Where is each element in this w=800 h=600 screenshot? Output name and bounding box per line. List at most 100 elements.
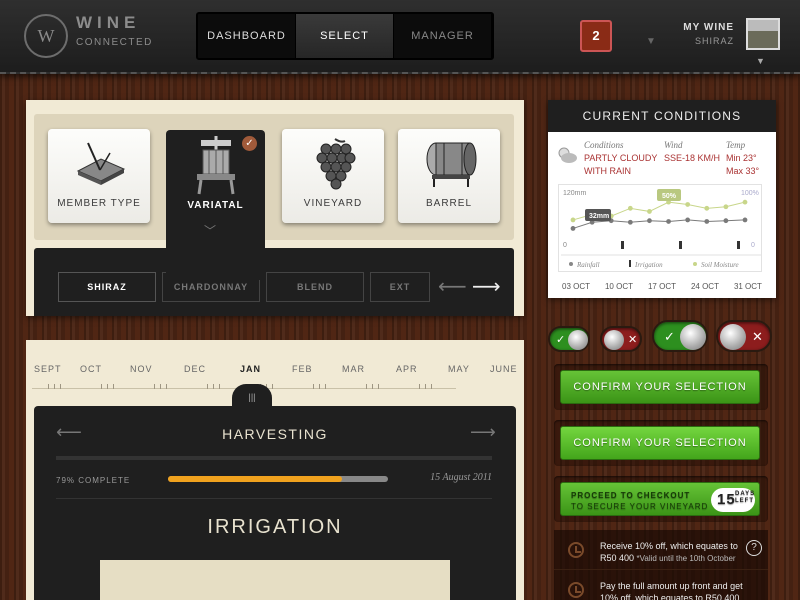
series-line-0 — [572, 219, 746, 229]
data-point[interactable] — [704, 205, 710, 211]
chart-svg: 120mm 0 100% 0 32mm 50% Rainfall Irrigat… — [561, 189, 761, 269]
month-label[interactable]: OCT — [80, 364, 102, 374]
timeline-tick — [107, 384, 108, 389]
wine-press-icon — [197, 136, 235, 195]
timeline-tick — [101, 384, 102, 389]
confirm-selection-button[interactable]: CONFIRM YOUR SELECTION — [560, 426, 760, 460]
toggle-switch[interactable]: ✓ — [652, 320, 708, 352]
help-icon[interactable]: ? — [746, 540, 762, 556]
days-text: DAYS LEFT — [735, 491, 756, 504]
stage-image — [100, 560, 450, 600]
logo[interactable]: W — [24, 14, 68, 58]
timeline-handle[interactable]: ||| — [232, 384, 272, 408]
legend-soil: Soil Moisture — [701, 261, 739, 269]
conditions-heading: Conditions — [584, 140, 624, 150]
data-point[interactable] — [570, 226, 576, 231]
y-axis-max: 120mm — [563, 190, 587, 197]
month-label[interactable]: APR — [396, 364, 418, 374]
list-item[interactable]: Pay the full amount up front and get 10%… — [554, 570, 768, 600]
timeline-tick — [319, 384, 320, 389]
y-axis-min: 0 — [563, 242, 567, 249]
chevron-down-icon[interactable]: ▼ — [756, 56, 765, 66]
card-variatal[interactable]: ✓ VARIATAL ﹀ — [166, 130, 265, 280]
toggle-switch[interactable]: ✓ — [548, 326, 590, 352]
nav-dashboard[interactable]: DASHBOARD — [198, 14, 296, 58]
temp-min: Min 23° — [726, 153, 757, 163]
x-tick-label: 31 OCT — [733, 282, 762, 291]
clock-icon — [568, 542, 584, 558]
tab-blend[interactable]: BLEND — [266, 272, 364, 302]
x-tick-label: 17 OCT — [647, 282, 676, 291]
toggle-knob[interactable] — [680, 324, 706, 350]
month-label[interactable]: JAN — [240, 364, 261, 374]
data-point[interactable] — [666, 219, 671, 224]
vineyard-thumbnail[interactable] — [746, 18, 780, 50]
conditions-chart: 120mm 0 100% 0 32mm 50% Rainfall Irrigat… — [558, 184, 762, 272]
month-label[interactable]: NOV — [130, 364, 153, 374]
month-label[interactable]: JUNE — [490, 364, 518, 374]
timeline-tick — [54, 384, 55, 389]
legend-rainfall: Rainfall — [576, 261, 600, 269]
timeline-tick — [272, 384, 273, 389]
proceed-checkout-button[interactable]: PROCEED TO CHECKOUT TO SECURE YOUR VINEY… — [560, 482, 760, 516]
nav-select[interactable]: SELECT — [296, 14, 394, 58]
tab-ext[interactable]: EXT — [370, 272, 430, 302]
confirm-selection-button[interactable]: CONFIRM YOUR SELECTION — [560, 370, 760, 404]
checkout-sublabel: TO SECURE YOUR VINEYARD — [571, 502, 709, 511]
data-point[interactable] — [723, 218, 729, 224]
user-title[interactable]: MY WINE — [650, 22, 734, 33]
y2-axis-max: 100% — [741, 190, 759, 197]
list-item[interactable]: Receive 10% off, which equates to R50 40… — [554, 530, 768, 570]
data-point[interactable] — [704, 219, 710, 224]
conditions-card: CURRENT CONDITIONS Conditions PARTLY CLO… — [548, 100, 776, 298]
conditions-title: CURRENT CONDITIONS — [548, 100, 776, 132]
toggle-knob[interactable] — [568, 330, 588, 350]
card-vineyard[interactable]: VINEYARD — [282, 129, 384, 223]
data-point[interactable] — [647, 218, 652, 224]
timeline-tick — [419, 384, 420, 389]
chart-x-axis: 03 OCT 10 OCT 17 OCT 24 OCT 31 OCT — [562, 282, 762, 291]
toggle-knob[interactable] — [720, 324, 746, 350]
month-label[interactable]: FEB — [292, 364, 313, 374]
close-icon: ✕ — [628, 334, 638, 346]
tab-shiraz[interactable]: SHIRAZ — [58, 272, 156, 302]
arrow-right-icon[interactable]: ⟶ — [472, 274, 501, 299]
timeline-tick — [313, 384, 314, 389]
month-label[interactable]: MAR — [342, 364, 365, 374]
arrow-left-icon[interactable]: ⟵ — [438, 274, 467, 299]
data-point[interactable] — [627, 205, 633, 211]
nav-manager[interactable]: MANAGER — [394, 14, 492, 58]
timeline-tick — [219, 384, 220, 389]
toggle-switch[interactable]: ✕ — [716, 320, 772, 352]
data-point[interactable] — [685, 202, 691, 207]
y2-axis-min: 0 — [751, 242, 755, 249]
irrigation-marker — [621, 241, 624, 249]
toggle-knob[interactable] — [604, 330, 624, 350]
toggle-switch[interactable]: ✕ — [600, 326, 642, 352]
data-point[interactable] — [685, 217, 691, 223]
data-point[interactable] — [742, 217, 748, 223]
check-icon: ✓ — [556, 334, 566, 346]
data-point[interactable] — [742, 199, 748, 205]
x-tick-label: 24 OCT — [690, 282, 719, 291]
month-label[interactable]: MAY — [448, 364, 470, 374]
days-left-badge: 15 DAYS LEFT — [711, 488, 755, 512]
checkout-label: PROCEED TO CHECKOUT — [571, 491, 691, 500]
data-point[interactable] — [723, 204, 729, 210]
month-label[interactable]: SEPT — [34, 364, 62, 374]
arrow-right-icon[interactable]: ⟶ — [470, 422, 496, 443]
legend-irrigation: Irrigation — [634, 261, 663, 269]
legend-rainfall-dot — [569, 262, 573, 266]
card-barrel[interactable]: BARREL — [398, 129, 500, 223]
notification-badge[interactable]: 2 — [580, 20, 612, 52]
offer-amount: R50 400 — [600, 553, 635, 563]
irrigation-marker — [679, 241, 682, 249]
rain-callout-label: 32mm — [589, 213, 609, 220]
data-point[interactable] — [570, 217, 576, 223]
temp-heading: Temp — [726, 140, 746, 150]
month-label[interactable]: DEC — [184, 364, 206, 374]
card-member-type[interactable]: MEMBER TYPE — [48, 129, 150, 223]
varietal-tabs: SHIRAZ CHARDONNAY BLEND EXT ⟵ ⟶ — [34, 248, 514, 316]
data-point[interactable] — [647, 209, 652, 214]
data-point[interactable] — [627, 219, 633, 225]
